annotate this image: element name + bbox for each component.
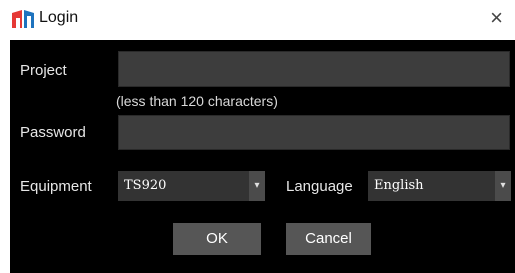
language-label: Language: [286, 178, 353, 195]
chevron-down-icon[interactable]: ▾: [249, 171, 265, 201]
language-value: English: [374, 178, 424, 193]
equipment-select[interactable]: TS920 ▾: [118, 171, 265, 201]
equipment-value: TS920: [124, 178, 167, 193]
password-input[interactable]: [118, 115, 510, 150]
cancel-button[interactable]: Cancel: [286, 223, 371, 255]
chevron-down-icon[interactable]: ▾: [495, 171, 511, 201]
project-label: Project: [20, 62, 67, 79]
login-panel: Project (less than 120 characters) Passw…: [10, 40, 515, 273]
ok-button[interactable]: OK: [173, 223, 261, 255]
app-logo-icon: [12, 10, 34, 28]
project-hint: (less than 120 characters): [116, 93, 278, 109]
title-bar: Login ×: [0, 0, 515, 40]
project-input[interactable]: [118, 51, 510, 87]
language-select[interactable]: English ▾: [368, 171, 511, 201]
password-label: Password: [20, 124, 86, 141]
window-title: Login: [39, 9, 79, 26]
close-icon[interactable]: ×: [490, 5, 503, 31]
equipment-label: Equipment: [20, 178, 92, 195]
